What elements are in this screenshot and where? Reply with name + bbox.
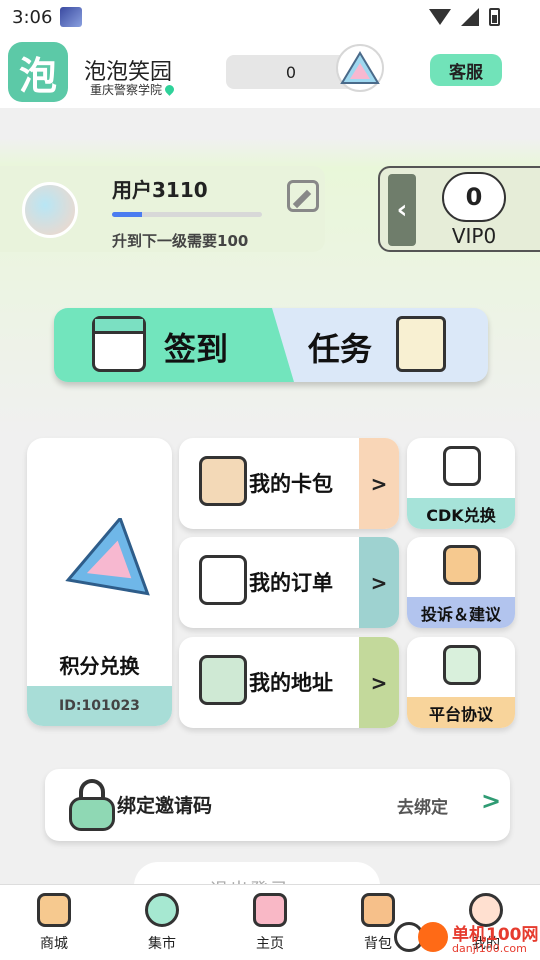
status-time: 3:06	[12, 6, 53, 28]
verified-icon	[163, 83, 176, 96]
bind-invite-code-row[interactable]: 绑定邀请码 去绑定 >	[45, 769, 510, 841]
lock-icon	[69, 779, 115, 831]
my-orders-label: 我的订单	[249, 571, 333, 595]
nav-label-market: 集市	[148, 936, 176, 952]
sign-in-label[interactable]: 签到	[164, 324, 228, 370]
chevron-left-icon[interactable]: ‹	[388, 174, 416, 246]
signal-icon	[461, 8, 479, 26]
bind-action[interactable]: 去绑定	[397, 793, 448, 818]
platform-agreement-button[interactable]: 平台协议	[407, 637, 515, 728]
level-progress-bar	[112, 212, 262, 217]
status-bar: 3:06	[0, 0, 540, 34]
points-exchange-card[interactable]: 积分兑换 ID:101023	[27, 438, 172, 726]
nav-item-home[interactable]: 主页	[230, 893, 310, 953]
my-address-label: 我的地址	[249, 671, 333, 695]
vip-card[interactable]: ‹ 0 VIP0	[378, 166, 540, 252]
wifi-icon	[429, 9, 451, 25]
home-icon	[253, 893, 287, 927]
calendar-icon	[92, 316, 146, 372]
app-logo: 泡	[8, 42, 68, 102]
app-header: 泡 泡泡笑园 重庆警察学院 0 客服	[0, 34, 540, 108]
nav-item-shop[interactable]: 商城	[14, 893, 94, 953]
level-hint: 升到下一级需要100	[112, 232, 249, 250]
customer-service-button[interactable]: 客服	[430, 54, 502, 86]
edit-icon[interactable]	[287, 180, 319, 212]
my-address-arrow: >	[359, 637, 399, 728]
shop-icon	[37, 893, 71, 927]
scroll-icon	[396, 316, 446, 372]
user-id: ID:101023	[27, 686, 172, 726]
my-cards-label: 我的卡包	[249, 472, 333, 496]
platform-agreement-label: 平台协议	[407, 697, 515, 728]
my-cards-button[interactable]: 我的卡包 >	[179, 438, 399, 529]
system-icons	[429, 8, 500, 26]
vip-badge: 0	[442, 172, 506, 222]
points-exchange-title: 积分兑换	[59, 654, 140, 678]
school-label: 重庆警察学院	[90, 83, 163, 97]
my-orders-button[interactable]: 我的订单 >	[179, 537, 399, 628]
my-orders-arrow: >	[359, 537, 399, 628]
tasks-label[interactable]: 任务	[308, 324, 372, 370]
feedback-label: 投诉＆建议	[407, 597, 515, 628]
main-content: 用户3110 升到下一级需要100 ‹ 0 VIP0 签到 任务 积分兑换 ID…	[0, 108, 540, 902]
school-name: 重庆警察学院	[90, 81, 176, 98]
invite-label: 绑定邀请码	[117, 795, 213, 817]
username: 用户3110	[112, 178, 208, 202]
feedback-icon	[443, 545, 481, 585]
cdk-exchange-label: CDK兑换	[407, 498, 515, 529]
chevron-right-icon[interactable]: >	[481, 787, 501, 815]
backpack-icon	[361, 893, 395, 927]
agreement-icon	[443, 645, 481, 685]
points-triangle-icon[interactable]	[336, 44, 384, 92]
vip-label: VIP0	[451, 224, 497, 248]
feedback-button[interactable]: 投诉＆建议	[407, 537, 515, 628]
wallet-icon	[199, 456, 247, 506]
nav-label-shop: 商城	[40, 936, 68, 952]
cdk-exchange-button[interactable]: CDK兑换	[407, 438, 515, 529]
avatar[interactable]	[22, 182, 78, 238]
orange-circle-icon	[418, 922, 448, 952]
notification-icon	[60, 7, 83, 27]
map-pin-icon	[199, 655, 247, 705]
sign-task-banner: 签到 任务	[54, 308, 488, 382]
nav-label-home: 主页	[256, 936, 284, 952]
chat-bubble-icon	[145, 893, 179, 927]
my-cards-arrow: >	[359, 438, 399, 529]
nav-item-market[interactable]: 集市	[122, 893, 202, 953]
points-exchange-icon	[65, 518, 150, 596]
level-progress-fill	[112, 212, 142, 217]
order-icon	[199, 555, 247, 605]
battery-icon	[489, 8, 500, 26]
gift-icon	[443, 446, 481, 486]
watermark-sub: danji100.com	[452, 942, 527, 955]
watermark: 单机100网 danji100.com	[392, 916, 540, 960]
profile-card[interactable]: 用户3110 升到下一级需要100	[0, 166, 325, 252]
my-address-button[interactable]: 我的地址 >	[179, 637, 399, 728]
